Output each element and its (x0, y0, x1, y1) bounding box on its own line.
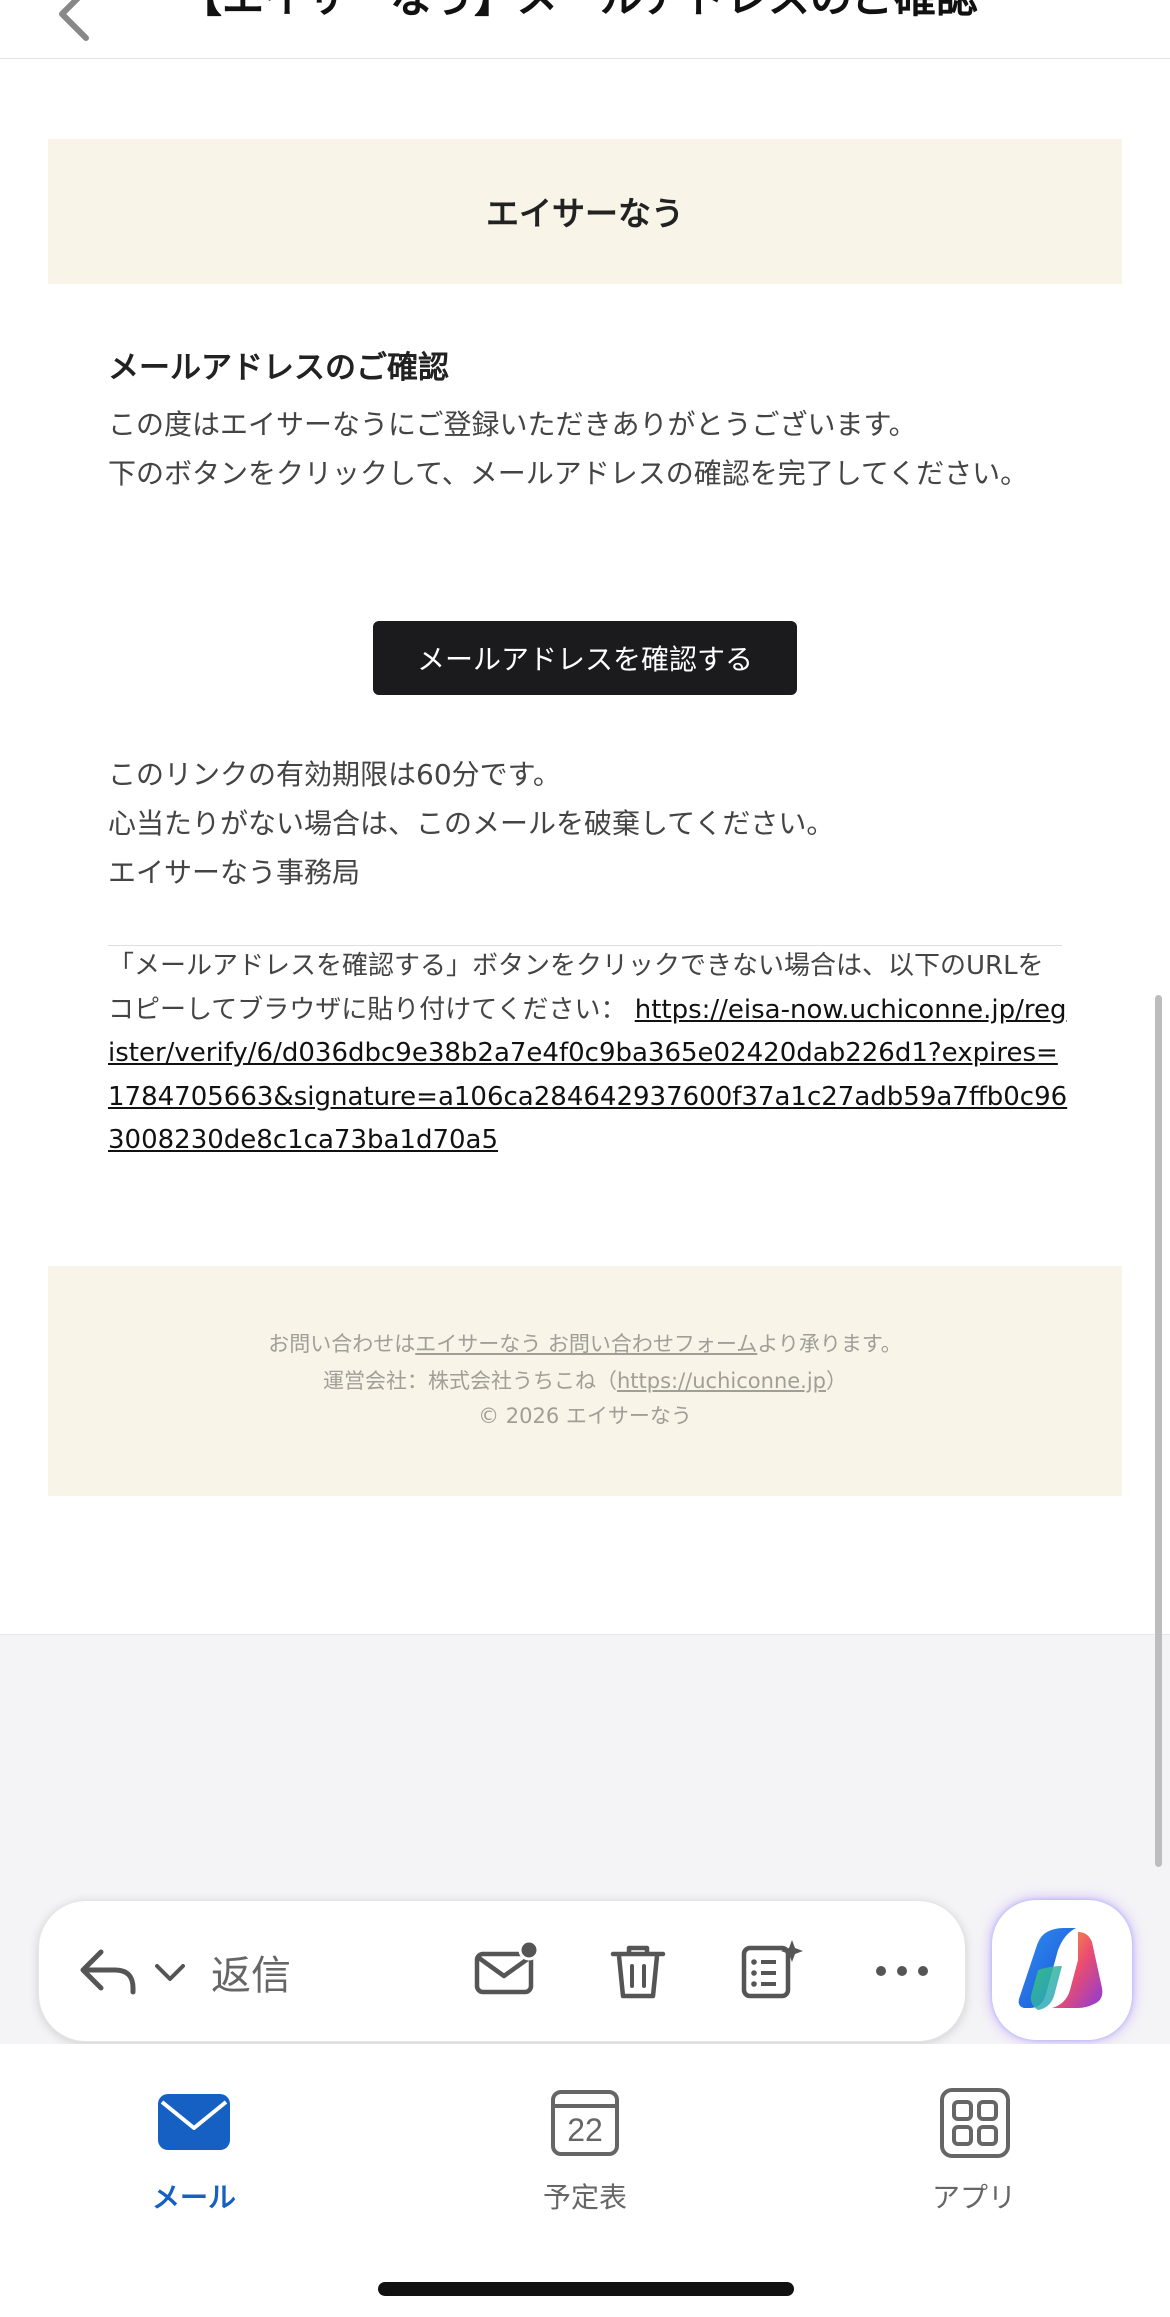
chevron-down-icon[interactable] (147, 1936, 193, 2006)
email-brand-banner: エイサーなう (48, 139, 1122, 284)
operator-suffix: ） (826, 1369, 848, 1393)
intro-text: この度はエイサーなうにご登録いただきありがとうございます。下のボタンをクリックし… (108, 400, 1068, 498)
operator-line: 運営会社：株式会社うちこね（https://uchiconne.jp） (48, 1365, 1122, 1395)
email-subject: 【エイサーなう】メールアドレスのご確認 (180, 0, 1080, 26)
copilot-icon (1018, 1928, 1103, 2010)
mark-unread-icon[interactable] (471, 1936, 541, 2006)
expiry-text: このリンクの有効期限は60分です。 (108, 758, 561, 791)
contact-line: お問い合わせはエイサーなう お問い合わせフォームより承ります。 (48, 1328, 1122, 1358)
scrollbar[interactable] (1155, 995, 1162, 1867)
copilot-button[interactable] (992, 1900, 1132, 2040)
reply-label[interactable]: 返信 (211, 1943, 291, 2001)
bottom-tab-bar: メール 22 予定表 アプリ (0, 2044, 1170, 2317)
tab-calendar[interactable]: 22 予定表 (485, 2088, 685, 2216)
reply-icon[interactable] (73, 1936, 143, 2006)
tab-mail-label: メール (151, 2181, 236, 2214)
top-nav-bar: 【エイサーなう】メールアドレスのご確認 (0, 0, 1170, 59)
tab-mail[interactable]: メール (94, 2088, 294, 2216)
operator-link[interactable]: https://uchiconne.jp (617, 1369, 826, 1393)
contact-prefix: お問い合わせは (268, 1332, 416, 1356)
signature-text: エイサーなう事務局 (108, 856, 361, 889)
confirm-email-button[interactable]: メールアドレスを確認する (373, 621, 797, 695)
copyright-text: © 2026 エイサーなう (478, 1404, 692, 1428)
brand-title: エイサーなう (486, 194, 684, 233)
ignore-text: 心当たりがない場合は、このメールを破棄してください。 (108, 807, 835, 840)
trash-icon[interactable] (603, 1936, 673, 2006)
tab-apps[interactable]: アプリ (874, 2088, 1074, 2216)
contact-suffix: より承ります。 (757, 1332, 902, 1356)
email-footer: お問い合わせはエイサーなう お問い合わせフォームより承ります。 運営会社：株式会… (48, 1266, 1122, 1496)
contact-form-link[interactable]: エイサーなう お問い合わせフォーム (415, 1332, 757, 1356)
expiry-block: このリンクの有効期限は60分です。 心当たりがない場合は、このメールを破棄してく… (108, 750, 1068, 897)
intro-line-1: この度はエイサーなうにご登録いただきありがとうございます。 (108, 408, 917, 441)
apps-grid-icon (934, 2088, 1014, 2158)
operator-prefix: 運営会社：株式会社うちこね（ (322, 1369, 617, 1393)
calendar-icon: 22 (545, 2088, 625, 2158)
back-icon[interactable] (44, 0, 104, 50)
email-content: メールアドレスのご確認 この度はエイサーなうにご登録いただきありがとうございます… (108, 340, 1068, 498)
intro-line-2: 下のボタンをクリックして、メールアドレスの確認を完了してください。 (108, 457, 1029, 490)
home-indicator (378, 2282, 794, 2296)
email-heading: メールアドレスのご確認 (108, 350, 449, 386)
tab-calendar-label: 予定表 (542, 2181, 627, 2214)
tab-apps-label: アプリ (931, 2181, 1016, 2214)
ai-summary-icon[interactable] (736, 1936, 806, 2006)
more-icon[interactable] (867, 1936, 937, 2006)
message-action-toolbar: 返信 (38, 1900, 966, 2042)
calendar-date: 22 (567, 2112, 603, 2148)
mail-icon (154, 2088, 234, 2158)
fallback-block: 「メールアドレスを確認する」ボタンをクリックできない場合は、以下のURLをコピー… (108, 945, 1068, 1163)
